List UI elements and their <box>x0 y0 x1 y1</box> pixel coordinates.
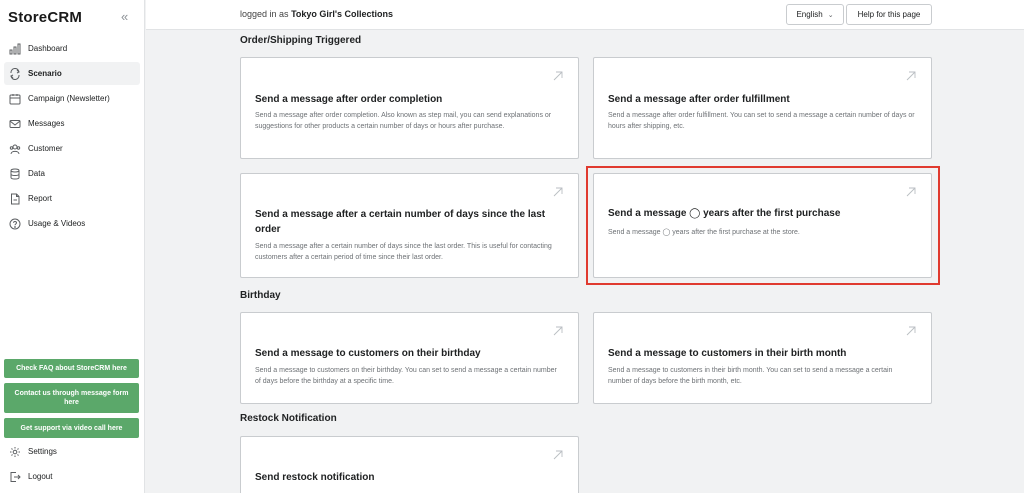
external-arrow-icon <box>553 187 563 197</box>
contact-button[interactable]: Contact us through message form here <box>4 383 139 413</box>
card-title: Send a message after a certain number of… <box>255 209 546 235</box>
external-arrow-icon <box>906 71 916 81</box>
card-description: Send a message to customers on their bir… <box>255 367 557 385</box>
sidebar-item-label: Report <box>28 194 53 203</box>
scenario-card-order-completion[interactable]: Send a message after order completion Se… <box>240 57 579 159</box>
card-title: Send a message ◯ years after the first p… <box>608 208 841 219</box>
language-select[interactable]: English ⌄ <box>786 4 844 25</box>
section-title-birthday: Birthday <box>240 290 281 301</box>
brand-logo[interactable]: StoreCRM <box>8 9 82 26</box>
section-title-restock: Restock Notification <box>240 413 337 424</box>
envelope-icon <box>9 118 21 130</box>
database-icon <box>9 168 21 180</box>
sidebar-item-label: Data <box>28 169 45 178</box>
gear-icon <box>9 446 21 458</box>
external-arrow-icon <box>553 326 563 336</box>
sidebar-item-settings[interactable]: Settings <box>4 440 140 463</box>
logout-icon <box>9 471 21 483</box>
sidebar-item-customer[interactable]: Customer <box>4 137 140 160</box>
video-support-button[interactable]: Get support via video call here <box>4 418 139 438</box>
card-description: Send a message after order completion. A… <box>255 112 552 130</box>
bottom-nav: Settings Logout <box>4 440 140 490</box>
external-arrow-icon <box>553 71 563 81</box>
language-label: English <box>796 10 823 19</box>
card-description: Send a message to customers in their bir… <box>608 367 893 385</box>
card-title: Send a message to customers in their bir… <box>608 348 847 359</box>
main-nav: Dashboard Scenario Campaign (Newsletter)… <box>4 37 140 237</box>
external-arrow-icon <box>906 326 916 336</box>
sidebar-item-usage-videos[interactable]: Usage & Videos <box>4 212 140 235</box>
scenario-card-days-since-last-order[interactable]: Send a message after a certain number of… <box>240 173 579 278</box>
refresh-icon <box>9 67 21 80</box>
sidebar-item-label: Scenario <box>28 69 62 78</box>
sidebar-item-messages[interactable]: Messages <box>4 112 140 135</box>
top-bar: logged in as Tokyo Girl's Collections En… <box>146 0 1024 30</box>
sidebar-item-label: Dashboard <box>28 44 68 53</box>
sidebar-item-label: Logout <box>28 472 53 481</box>
faq-button[interactable]: Check FAQ about StoreCRM here <box>4 359 139 378</box>
sidebar-item-logout[interactable]: Logout <box>4 465 140 488</box>
sidebar-item-data[interactable]: Data <box>4 162 140 185</box>
sidebar-item-dashboard[interactable]: Dashboard <box>4 37 140 60</box>
calendar-icon <box>9 93 21 105</box>
scenario-card-birth-month[interactable]: Send a message to customers in their bir… <box>593 312 932 404</box>
sidebar-item-label: Customer <box>28 144 63 153</box>
scenario-card-years-after-first-purchase[interactable]: Send a message ◯ years after the first p… <box>593 173 932 278</box>
bar-chart-icon <box>9 43 21 55</box>
store-name: Tokyo Girl's Collections <box>291 9 394 19</box>
card-title: Send a message after order completion <box>255 94 443 105</box>
external-arrow-icon <box>553 450 563 460</box>
help-circle-icon <box>9 218 21 230</box>
card-title: Send a message after order fulfillment <box>608 94 790 105</box>
scenario-card-birthday[interactable]: Send a message to customers on their bir… <box>240 312 579 404</box>
collapse-sidebar-icon[interactable]: « <box>121 9 128 24</box>
sidebar: StoreCRM « Dashboard Scenario Campaign (… <box>0 0 145 493</box>
help-button[interactable]: Help for this page <box>846 4 932 25</box>
sidebar-item-label: Messages <box>28 119 65 128</box>
external-arrow-icon <box>906 187 916 197</box>
scenario-card-order-fulfillment[interactable]: Send a message after order fulfillment S… <box>593 57 932 159</box>
sidebar-item-label: Usage & Videos <box>28 219 86 228</box>
scenario-card-restock[interactable]: Send restock notification <box>240 436 579 493</box>
card-description: Send a message after a certain number of… <box>255 243 552 261</box>
sidebar-item-campaign[interactable]: Campaign (Newsletter) <box>4 87 140 110</box>
card-description: Send a message after order fulfillment. … <box>608 112 915 130</box>
card-title: Send a message to customers on their bir… <box>255 348 481 359</box>
sidebar-item-scenario[interactable]: Scenario <box>4 62 140 85</box>
chevron-down-icon: ⌄ <box>827 11 834 19</box>
sidebar-item-label: Campaign (Newsletter) <box>28 94 110 103</box>
card-description: Send a message ◯ years after the first p… <box>608 229 800 236</box>
card-title: Send restock notification <box>255 472 375 483</box>
document-icon <box>9 193 21 205</box>
logged-in-prefix: logged in as <box>240 9 289 19</box>
logged-in-status: logged in as Tokyo Girl's Collections <box>240 9 393 19</box>
users-icon <box>9 143 21 155</box>
sidebar-item-report[interactable]: Report <box>4 187 140 210</box>
sidebar-item-label: Settings <box>28 447 57 456</box>
section-title-order: Order/Shipping Triggered <box>240 35 362 46</box>
main-content: Order/Shipping Triggered Send a message … <box>146 31 1024 493</box>
